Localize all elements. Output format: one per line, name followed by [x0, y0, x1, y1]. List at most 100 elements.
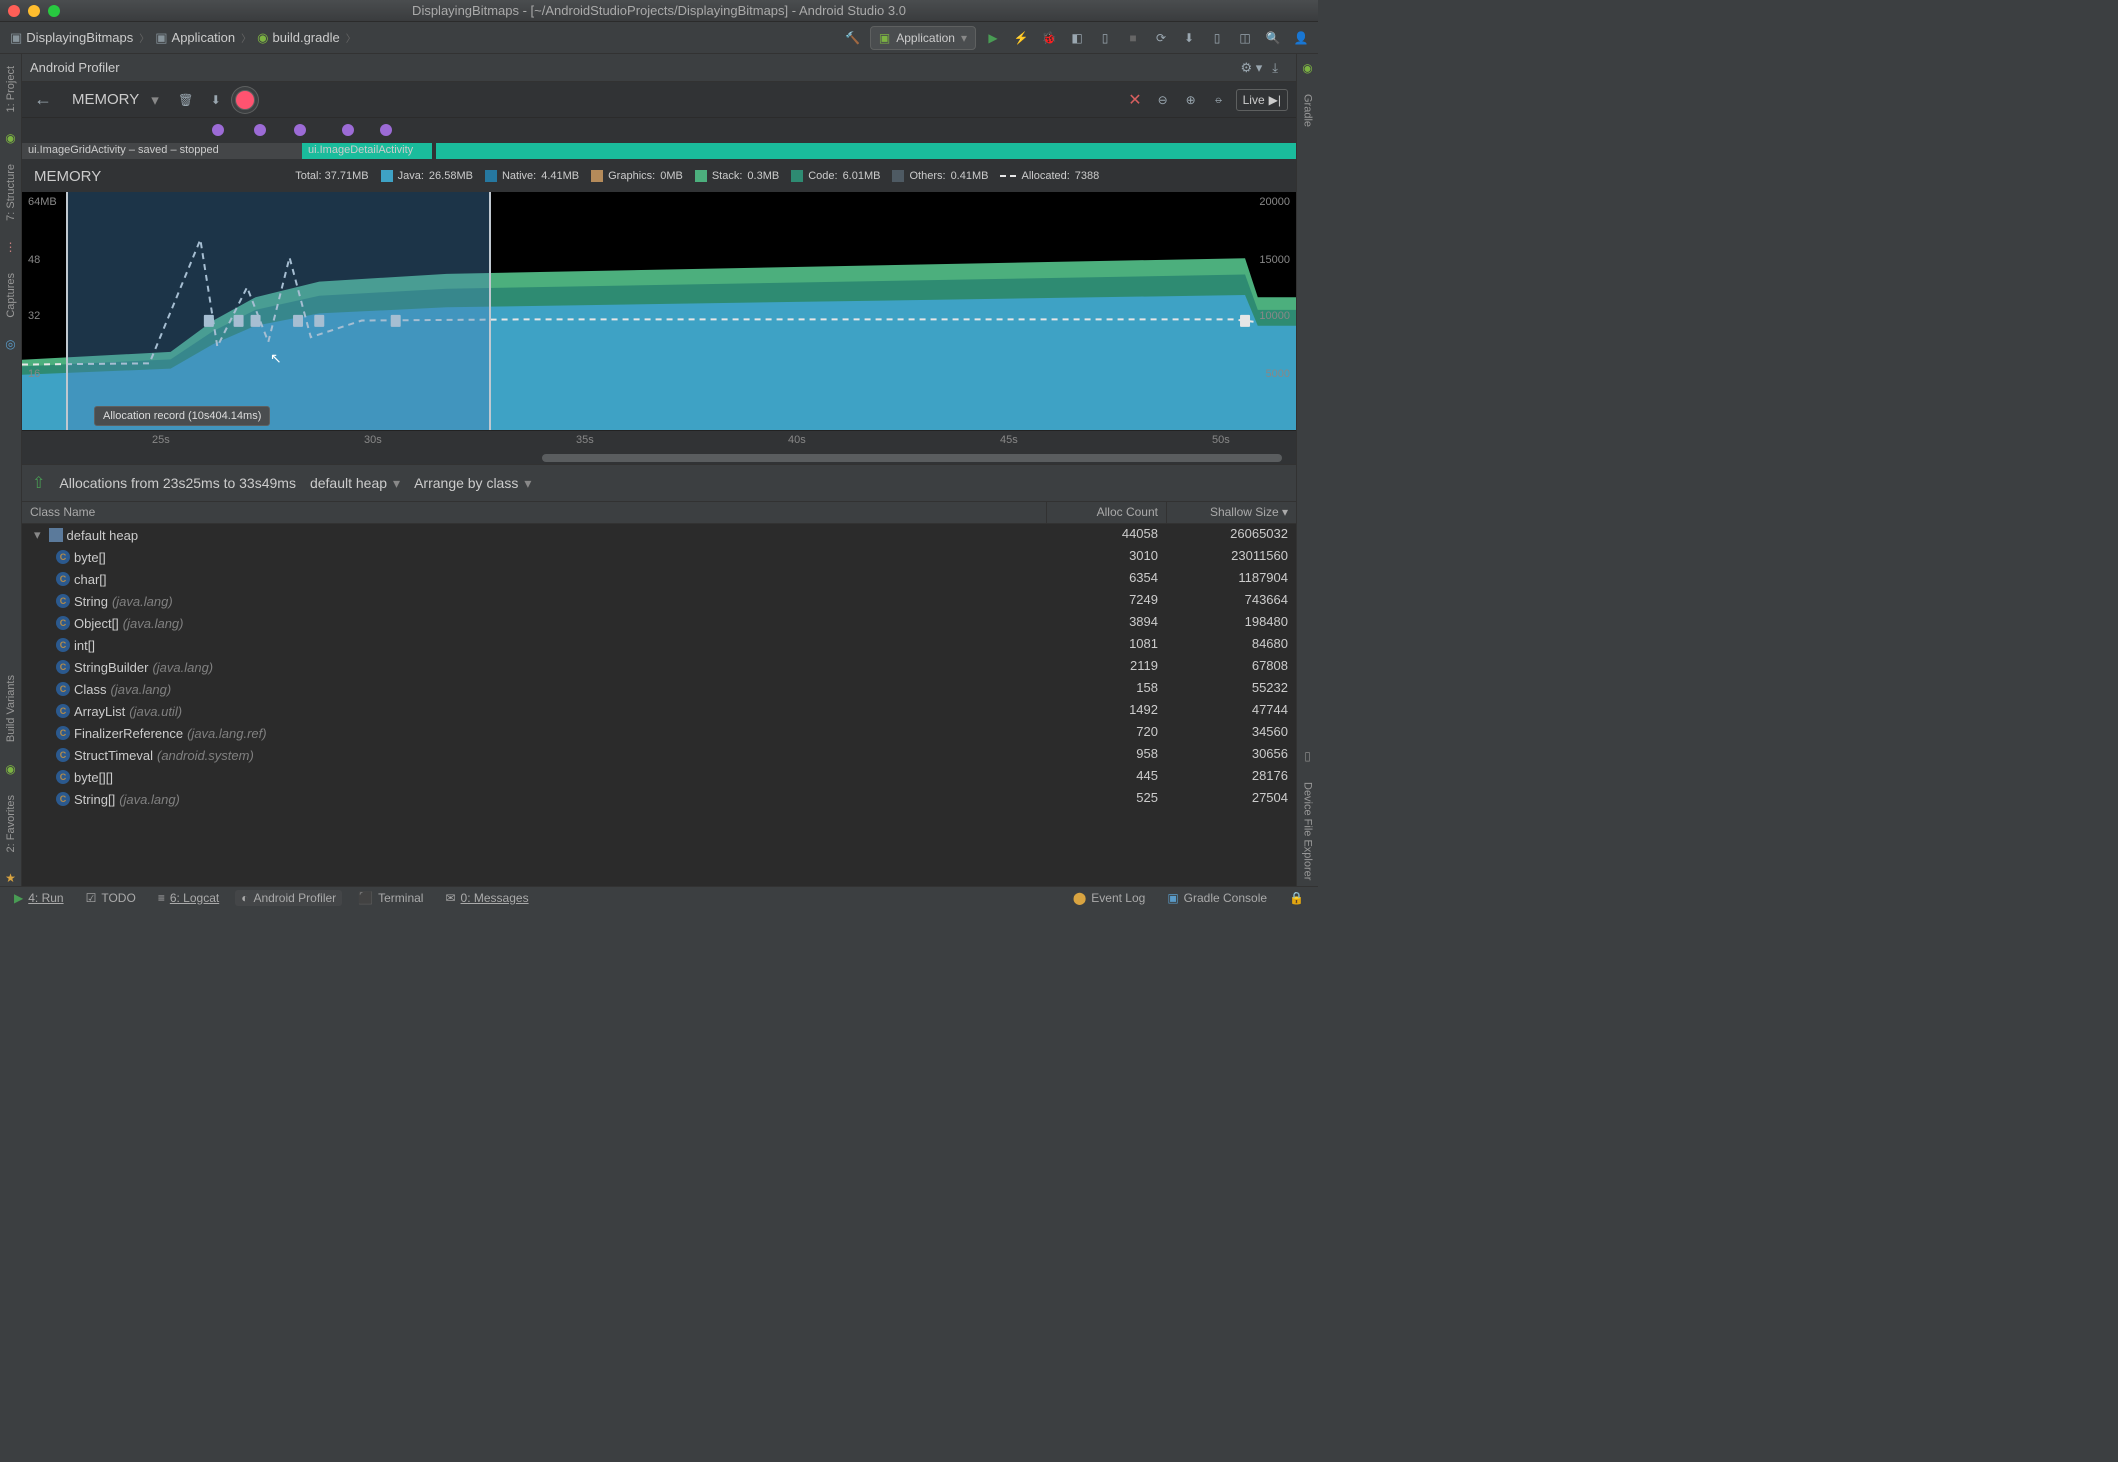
class-icon — [56, 572, 70, 586]
window-title: DisplayingBitmaps - [~/AndroidStudioProj… — [412, 3, 906, 18]
table-row[interactable]: StringBuilder (java.lang)211967808 — [22, 656, 1296, 678]
scrollbar-thumb[interactable] — [542, 454, 1282, 462]
build-variants-tool-button[interactable]: Build Variants — [3, 669, 19, 748]
column-shallow-size[interactable]: Shallow Size ▾ — [1166, 502, 1296, 523]
back-icon[interactable]: ← — [30, 85, 56, 114]
table-row[interactable]: ArrayList (java.util)149247744 — [22, 700, 1296, 722]
project-tool-button[interactable]: 1: Project — [3, 60, 19, 118]
play-forward-icon: ▶| — [1269, 93, 1281, 107]
class-icon — [56, 726, 70, 740]
structure-icon[interactable]: ◫ — [1234, 27, 1256, 49]
zoom-window-icon[interactable] — [48, 5, 60, 17]
terminal-tool-button[interactable]: ⬛ Terminal — [352, 890, 429, 906]
timeline-scrollbar[interactable] — [22, 452, 1296, 464]
lock-icon[interactable]: 🔒 — [1283, 890, 1310, 906]
messages-tool-button[interactable]: ✉ 0: Messages — [439, 890, 534, 906]
table-row[interactable]: String[] (java.lang)52527504 — [22, 788, 1296, 810]
gradle-file-icon: ◉ — [257, 30, 268, 46]
table-row[interactable]: char[]63541187904 — [22, 568, 1296, 590]
column-class-name[interactable]: Class Name — [22, 502, 1046, 523]
messages-icon: ✉ — [445, 891, 455, 905]
table-row[interactable]: Object[] (java.lang)3894198480 — [22, 612, 1296, 634]
class-icon — [56, 770, 70, 784]
device-file-explorer-button[interactable]: Device File Explorer — [1300, 776, 1316, 886]
x-axis: 25s 30s 35s 40s 45s 50s — [22, 430, 1296, 452]
time-selection[interactable] — [66, 192, 492, 430]
favorites-tool-button[interactable]: 2: Favorites — [3, 789, 19, 858]
search-icon[interactable]: 🔍 — [1262, 27, 1284, 49]
touch-event-icon — [294, 124, 306, 136]
stop-icon[interactable]: ■ — [1122, 27, 1144, 49]
profiler-tool-button[interactable]: ◐ Android Profiler — [235, 890, 342, 906]
terminal-icon: ⬛ — [358, 891, 373, 905]
zoom-in-icon[interactable]: ⊕ — [1180, 89, 1202, 111]
heap-dump-icon[interactable]: ⬇ — [205, 89, 227, 111]
column-alloc-count[interactable]: Alloc Count — [1046, 502, 1166, 523]
zoom-out-icon[interactable]: ⊖ — [1152, 89, 1174, 111]
close-window-icon[interactable] — [8, 5, 20, 17]
breadcrumb: ▣ DisplayingBitmaps 〉 ▣ Application 〉 ◉ … — [6, 28, 356, 48]
close-icon[interactable]: ✕ — [1124, 86, 1145, 114]
attach-debugger-icon[interactable]: ▯ — [1094, 27, 1116, 49]
breadcrumb-item[interactable]: ▣ DisplayingBitmaps — [6, 28, 137, 48]
breadcrumb-item[interactable]: ▣ Application — [151, 28, 239, 48]
class-icon — [56, 704, 70, 718]
table-row[interactable]: FinalizerReference (java.lang.ref)720345… — [22, 722, 1296, 744]
logcat-tool-button[interactable]: ≡ 6: Logcat — [152, 890, 225, 906]
download-icon[interactable]: ⤓ — [1272, 60, 1278, 76]
minimize-window-icon[interactable] — [28, 5, 40, 17]
table-row[interactable]: byte[][]44528176 — [22, 766, 1296, 788]
gradle-console-button[interactable]: ▣ Gradle Console — [1161, 890, 1273, 906]
tooltip: Allocation record (10s404.14ms) — [94, 406, 270, 426]
table-row[interactable]: ▾default heap4405826065032 — [22, 524, 1296, 546]
profiler-title: Android Profiler — [30, 60, 120, 75]
sync-icon[interactable]: ⟳ — [1150, 27, 1172, 49]
export-icon[interactable]: ⇧ — [32, 473, 45, 493]
legend-native: Native: 4.41MB — [485, 170, 579, 182]
table-row[interactable]: int[]108184680 — [22, 634, 1296, 656]
breadcrumb-item[interactable]: ◉ build.gradle — [253, 28, 344, 48]
captures-tool-button[interactable]: Captures — [3, 267, 19, 324]
table-header: Class Name Alloc Count Shallow Size ▾ — [22, 502, 1296, 524]
cursor-icon: ↖ — [270, 350, 282, 367]
legend-graphics: Graphics: 0MB — [591, 170, 683, 182]
gear-icon[interactable]: ⚙ ▾ — [1240, 60, 1262, 76]
legend-code: Code: 6.01MB — [791, 170, 880, 182]
memory-chart-title: MEMORY — [34, 168, 101, 185]
event-log-button[interactable]: ⬤ Event Log — [1067, 890, 1151, 906]
memory-legend: MEMORY Total: 37.71MB Java: 26.58MB Nati… — [22, 160, 1296, 192]
captures-icon: ◎ — [3, 336, 19, 352]
build-icon[interactable]: 🔨 — [842, 27, 864, 49]
table-row[interactable]: String (java.lang)7249743664 — [22, 590, 1296, 612]
gradle-tool-button[interactable]: Gradle — [1300, 88, 1316, 133]
todo-tool-button[interactable]: ☑ TODO — [80, 890, 142, 906]
structure-tool-button[interactable]: 7: Structure — [3, 158, 19, 227]
memory-section-dropdown[interactable]: MEMORY ▾ — [64, 89, 167, 111]
sdk-icon[interactable]: ▯ — [1206, 27, 1228, 49]
legend-stack: Stack: 0.3MB — [695, 170, 779, 182]
table-row[interactable]: StructTimeval (android.system)95830656 — [22, 744, 1296, 766]
main-toolbar: ▣ DisplayingBitmaps 〉 ▣ Application 〉 ◉ … — [0, 22, 1318, 54]
arrange-dropdown[interactable]: Arrange by class▾ — [414, 475, 531, 492]
allocations-table[interactable]: ▾default heap4405826065032byte[]30102301… — [22, 524, 1296, 886]
profile-icon[interactable]: ◧ — [1066, 27, 1088, 49]
debug-icon[interactable]: 🐞 — [1038, 27, 1060, 49]
trash-icon[interactable]: 🗑 — [175, 89, 197, 111]
y-axis-label: 64MB — [28, 196, 57, 208]
reset-zoom-icon[interactable]: ⦵ — [1208, 89, 1230, 111]
apply-changes-icon[interactable]: ⚡ — [1010, 27, 1032, 49]
record-button[interactable] — [235, 90, 255, 110]
android-icon: ◉ — [3, 761, 19, 777]
user-icon[interactable]: 👤 — [1290, 27, 1312, 49]
live-button[interactable]: Live ▶| — [1236, 89, 1288, 111]
avd-icon[interactable]: ⬇ — [1178, 27, 1200, 49]
logcat-icon: ≡ — [158, 891, 165, 905]
run-icon[interactable]: ▶ — [982, 27, 1004, 49]
memory-chart[interactable]: 64MB 48 32 16 20000 15000 10000 5000 All… — [22, 192, 1296, 452]
run-tool-button[interactable]: ▶ 4: Run — [8, 890, 70, 906]
run-config-dropdown[interactable]: ▣ Application ▾ — [870, 26, 976, 50]
android-icon: ◉ — [3, 130, 19, 146]
table-row[interactable]: byte[]301023011560 — [22, 546, 1296, 568]
table-row[interactable]: Class (java.lang)15855232 — [22, 678, 1296, 700]
heap-filter-dropdown[interactable]: default heap▾ — [310, 475, 400, 492]
